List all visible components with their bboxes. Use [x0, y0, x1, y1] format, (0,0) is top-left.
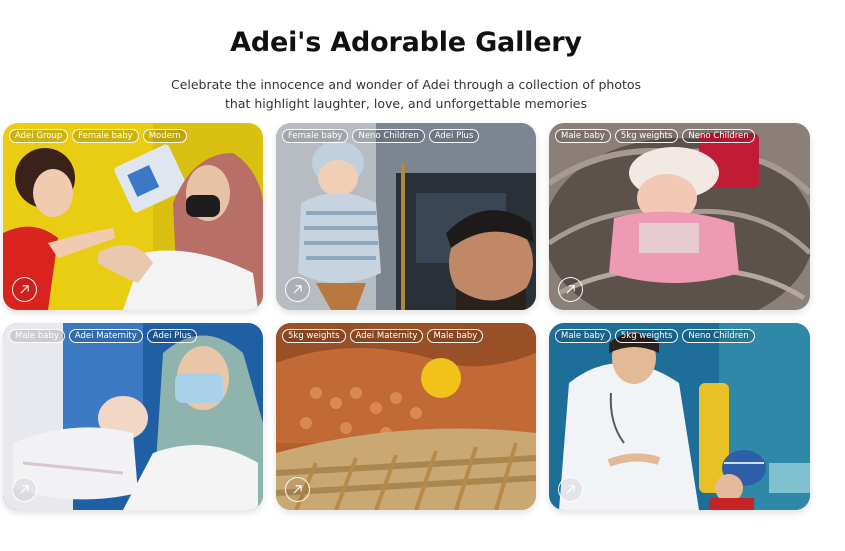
open-photo-button[interactable] [12, 277, 37, 302]
page-subtitle: Celebrate the innocence and wonder of Ad… [170, 77, 642, 111]
open-photo-button[interactable] [558, 277, 583, 302]
tag-list: Male baby Adei Maternity Adei Plus [9, 329, 198, 343]
tag[interactable]: Male baby [555, 129, 611, 143]
arrow-up-right-icon [293, 485, 302, 494]
gallery-card[interactable]: Male baby Adei Maternity Adei Plus [3, 323, 263, 510]
tag-list: 5kg weights Adei Maternity Male baby [282, 329, 484, 343]
gallery-card[interactable]: Female baby Neno Children Adei Plus [276, 123, 536, 310]
tag[interactable]: Female baby [72, 129, 139, 143]
tag[interactable]: Modern [142, 129, 187, 143]
tag[interactable]: Male baby [9, 329, 65, 343]
tag[interactable]: Adei Plus [428, 129, 480, 143]
gallery-card[interactable]: 5kg weights Adei Maternity Male baby [276, 323, 536, 510]
open-photo-button[interactable] [558, 477, 583, 502]
tag[interactable]: Male baby [555, 329, 611, 343]
gallery-photo [549, 123, 810, 310]
tag-list: Male baby 5kg weights Neno Children [555, 129, 755, 143]
tag[interactable]: Adei Maternity [68, 329, 143, 343]
arrow-up-right-icon [566, 485, 575, 494]
gallery-card[interactable]: Adei Group Female baby Modern [3, 123, 263, 310]
tag[interactable]: 5kg weights [282, 329, 346, 343]
tag[interactable]: Female baby [282, 129, 349, 143]
arrow-up-right-icon [20, 285, 29, 294]
arrow-up-right-icon [20, 485, 29, 494]
tag[interactable]: 5kg weights [614, 329, 679, 343]
tag[interactable]: Adei Plus [146, 329, 198, 343]
tag[interactable]: Neno Children [682, 129, 755, 143]
gallery-photo [549, 323, 810, 510]
tag-list: Female baby Neno Children Adei Plus [282, 129, 480, 143]
gallery-photo [276, 323, 536, 510]
gallery-card[interactable]: Male baby 5kg weights Neno Children [549, 323, 810, 510]
tag[interactable]: 5kg weights [614, 129, 679, 143]
open-photo-button[interactable] [285, 477, 310, 502]
tag[interactable]: Neno Children [682, 329, 755, 343]
tag[interactable]: Adei Group [9, 129, 69, 143]
gallery-photo [3, 123, 263, 310]
page-title: Adei's Adorable Gallery [230, 27, 582, 58]
tag[interactable]: Neno Children [352, 129, 425, 143]
open-photo-button[interactable] [12, 477, 37, 502]
gallery-photo [276, 123, 536, 310]
open-photo-button[interactable] [285, 277, 310, 302]
tag-list: Male baby 5kg weights Neno Children [555, 329, 755, 343]
gallery-card[interactable]: Male baby 5kg weights Neno Children [549, 123, 810, 310]
arrow-up-right-icon [566, 285, 575, 294]
gallery-grid: Adei Group Female baby Modern Female bab… [3, 123, 810, 510]
arrow-up-right-icon [293, 285, 302, 294]
tag-list: Adei Group Female baby Modern [9, 129, 187, 143]
tag[interactable]: Male baby [427, 329, 484, 343]
tag[interactable]: Adei Maternity [349, 329, 424, 343]
gallery-photo [3, 323, 263, 510]
